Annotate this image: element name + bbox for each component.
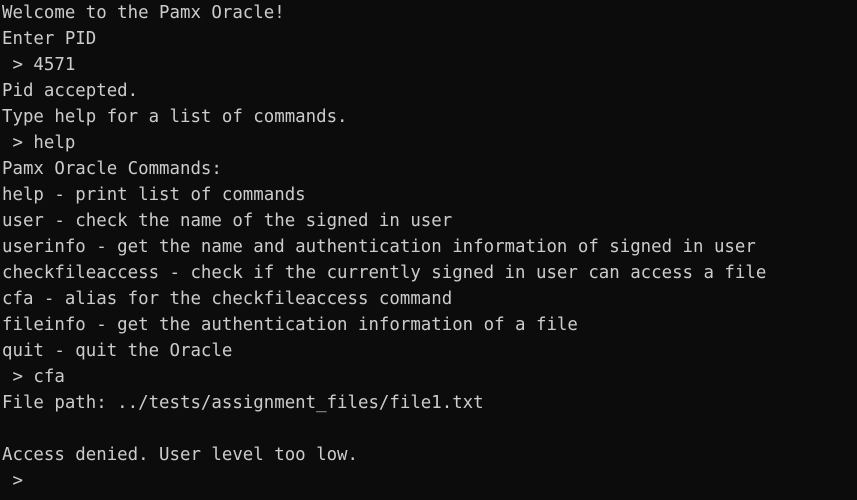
terminal-line: checkfileaccess - check if the currently… xyxy=(2,263,767,283)
terminal-line: File path: ../tests/assignment_files/fil… xyxy=(2,393,484,413)
terminal-line: Type help for a list of commands. xyxy=(2,107,348,127)
terminal-line: help - print list of commands xyxy=(2,185,306,205)
terminal-line: Pamx Oracle Commands: xyxy=(2,159,222,179)
terminal-window[interactable]: Welcome to the Pamx Oracle! Enter PID > … xyxy=(0,0,857,500)
terminal-line: userinfo - get the name and authenticati… xyxy=(2,237,756,257)
terminal-line: Welcome to the Pamx Oracle! xyxy=(2,3,285,23)
terminal-line: > cfa xyxy=(2,367,65,387)
terminal-line: > help xyxy=(2,133,76,153)
terminal-line: Enter PID xyxy=(2,29,97,49)
terminal-prompt-line[interactable]: > xyxy=(2,468,857,494)
terminal-line: fileinfo - get the authentication inform… xyxy=(2,315,578,335)
terminal-line: user - check the name of the signed in u… xyxy=(2,211,453,231)
terminal-line: cfa - alias for the checkfileaccess comm… xyxy=(2,289,453,309)
terminal-line: quit - quit the Oracle xyxy=(2,341,233,361)
terminal-line: Access denied. User level too low. xyxy=(2,445,358,465)
terminal-line: Pid accepted. xyxy=(2,81,139,101)
terminal-line: > 4571 xyxy=(2,55,76,75)
